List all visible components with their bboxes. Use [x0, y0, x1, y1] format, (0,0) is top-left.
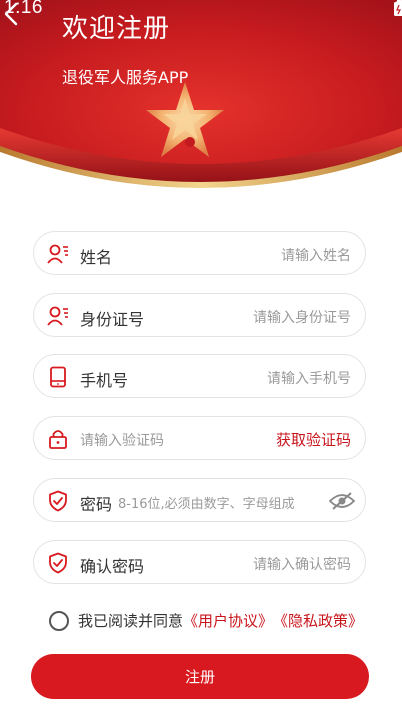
id-number-placeholder: 请输入身份证号 [253, 310, 351, 326]
agreement-checkbox[interactable] [49, 610, 69, 631]
confirm-password-field[interactable]: 确认密码 请输入确认密码 [33, 540, 366, 584]
person-icon [47, 306, 68, 326]
phone-field[interactable]: 手机号 请输入手机号 [33, 354, 366, 398]
shield-check-icon [49, 552, 67, 574]
back-arrow-icon[interactable] [0, 0, 24, 28]
verification-code-field[interactable]: 请输入验证码 获取验证码 [33, 416, 366, 460]
id-number-field[interactable]: 身份证号 请输入身份证号 [33, 293, 366, 337]
name-field[interactable]: 姓名 请输入姓名 [33, 231, 366, 275]
header-banner: 1:16 欢迎注册 退役军人服务APP [0, 0, 402, 205]
password-placeholder: 8-16位,必须由数字、字母组成 [118, 497, 295, 512]
battery-icon [394, 0, 402, 16]
privacy-policy-link[interactable]: 《隐私政策》 [273, 610, 363, 631]
phone-label: 手机号 [80, 371, 129, 390]
person-icon [47, 244, 68, 264]
header-background [0, 0, 402, 196]
confirm-password-label: 确认密码 [80, 557, 145, 576]
agreement-row: 我已阅读并同意 《用户协议》 《隐私政策》 [49, 610, 363, 631]
code-placeholder: 请输入验证码 [80, 433, 164, 449]
password-field[interactable]: 密码 8-16位,必须由数字、字母组成 [33, 478, 366, 522]
phone-icon [50, 366, 66, 388]
lock-icon [49, 430, 67, 449]
name-placeholder: 请输入姓名 [281, 248, 351, 264]
register-button[interactable]: 注册 [31, 654, 369, 699]
phone-placeholder: 请输入手机号 [267, 371, 351, 387]
id-number-label: 身份证号 [80, 310, 145, 329]
page-title: 欢迎注册 [62, 14, 171, 44]
shield-check-icon [49, 490, 67, 512]
eye-off-icon[interactable] [329, 491, 355, 511]
confirm-password-placeholder: 请输入确认密码 [253, 557, 351, 573]
agreement-text: 我已阅读并同意 [78, 612, 184, 630]
user-agreement-link[interactable]: 《用户协议》 [183, 610, 273, 631]
get-code-button[interactable]: 获取验证码 [276, 429, 351, 450]
page-subtitle: 退役军人服务APP [62, 68, 189, 87]
password-label: 密码 [80, 495, 113, 514]
name-label: 姓名 [80, 248, 113, 267]
